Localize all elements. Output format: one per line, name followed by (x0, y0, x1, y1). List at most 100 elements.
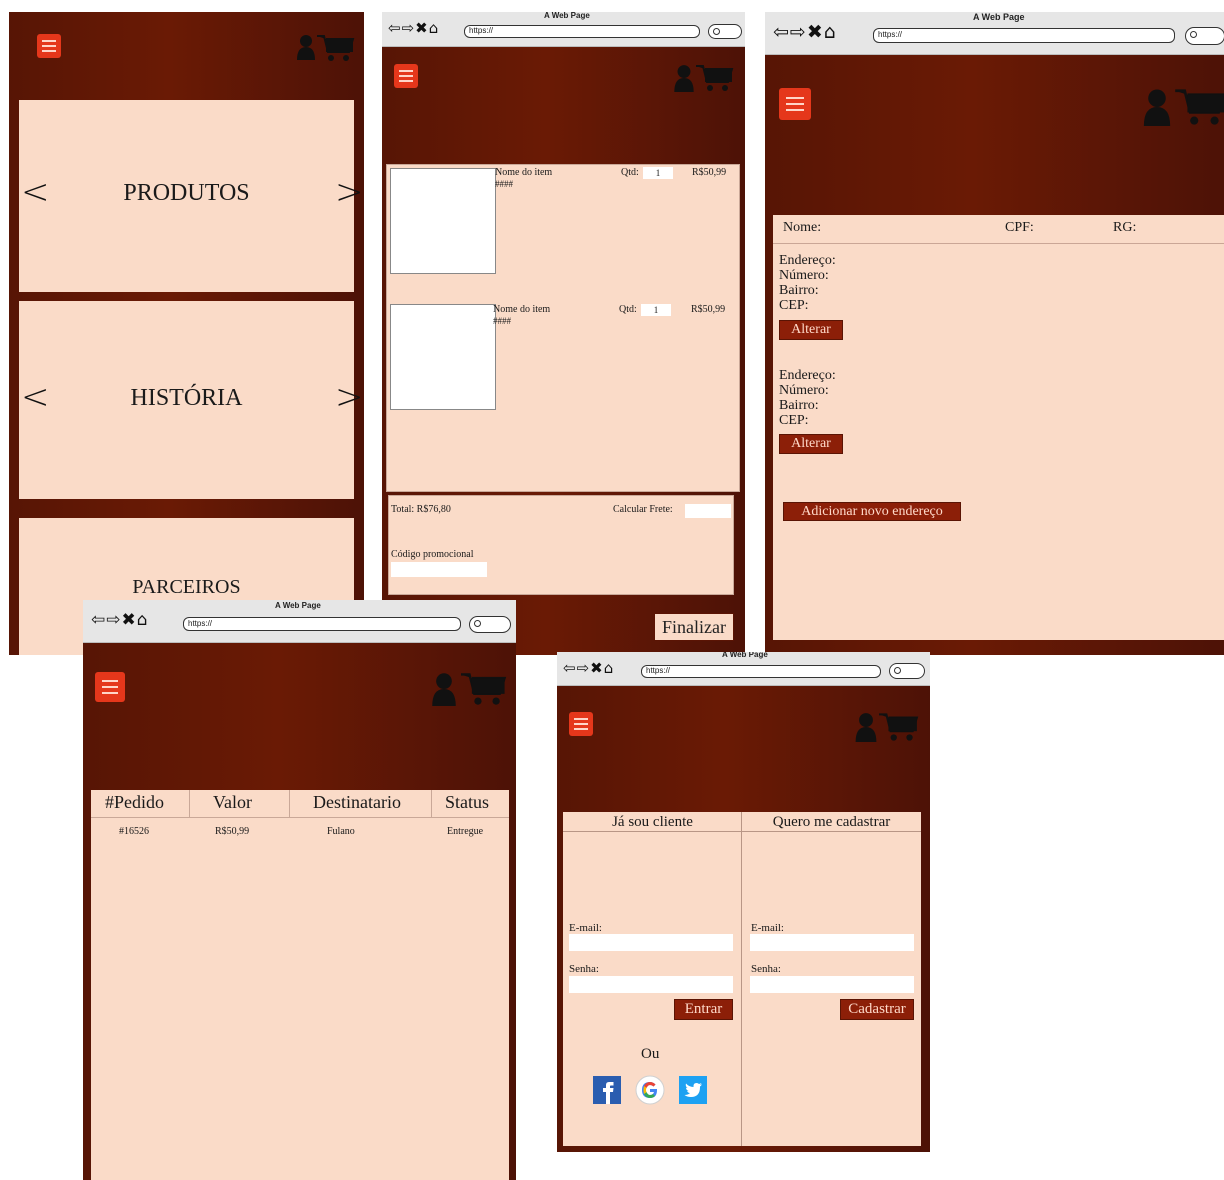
orders-table: #Pedido Valor Destinatario Status #16526… (91, 790, 509, 1180)
browser-toolbar: A Web Page ⇦⇨✖⌂ https:// (83, 600, 516, 643)
or-label: Ou (641, 1046, 660, 1062)
browser-search-icon[interactable] (1185, 27, 1224, 45)
tab-quero-me-cadastrar[interactable]: Quero me cadastrar (742, 812, 921, 832)
column-divider (289, 790, 290, 817)
login-screen: A Web Page ⇦⇨✖⌂ https:// Já sou cliente … (557, 652, 930, 1152)
name-label: Nome: (783, 220, 822, 235)
address-street: Endereço: (779, 368, 836, 383)
add-address-button[interactable]: Adicionar novo endereço (783, 502, 961, 521)
item-name: Nome do item (495, 167, 553, 178)
chevron-right-icon[interactable]: > (335, 172, 364, 212)
item-name: Nome do item (493, 304, 551, 315)
menu-icon[interactable] (569, 712, 593, 736)
profile-screen: A Web Page ⇦⇨✖⌂ https:// Nome: CPF: RG: … (765, 12, 1224, 655)
user-icon[interactable] (1143, 88, 1171, 126)
cart-icon[interactable] (879, 712, 919, 742)
url-bar[interactable]: https:// (873, 28, 1175, 43)
url-bar[interactable]: https:// (183, 617, 461, 631)
menu-icon[interactable] (37, 34, 61, 58)
shipping-input[interactable] (685, 504, 731, 518)
finish-button[interactable]: Finalizar (654, 613, 734, 641)
section-historia[interactable]: < HISTÓRIA > (19, 301, 364, 499)
facebook-icon[interactable] (593, 1076, 621, 1104)
cart-item: Nome do item #### Qtd: 1 R$50,99 (387, 165, 741, 285)
item-code: #### (493, 316, 511, 326)
browser-toolbar: A Web Page ⇦⇨✖⌂ https:// (557, 652, 930, 686)
order-status: Entregue (447, 826, 484, 837)
column-header: Destinatario (313, 792, 401, 812)
browser-nav-icons[interactable]: ⇦⇨✖⌂ (91, 610, 149, 630)
cart-items-panel: Nome do item #### Qtd: 1 R$50,99 Nome do… (386, 164, 740, 492)
address-block: Endereço: Número: Bairro: CEP: Alterar (779, 368, 1079, 468)
tab-label: Já sou cliente (612, 814, 693, 830)
item-qty-label: Qtd: (619, 304, 637, 315)
password-field[interactable] (750, 976, 914, 993)
url-bar[interactable]: https:// (464, 25, 700, 38)
browser-toolbar: A Web Page ⇦⇨✖⌂ https:// (382, 12, 745, 47)
cart-icon[interactable] (461, 672, 507, 706)
orders-screen: A Web Page ⇦⇨✖⌂ https:// #Pedido Valor D… (83, 600, 516, 1180)
password-field[interactable] (569, 976, 733, 993)
browser-toolbar: A Web Page ⇦⇨✖⌂ https:// (765, 12, 1224, 55)
address-number: Número: (779, 383, 829, 398)
alter-address-button[interactable]: Alterar (779, 320, 843, 340)
cart-icon[interactable] (317, 34, 355, 62)
order-value: R$50,99 (215, 826, 250, 837)
menu-icon[interactable] (779, 88, 811, 120)
email-field[interactable] (750, 934, 914, 951)
user-icon[interactable] (855, 712, 877, 742)
browser-title: A Web Page (275, 601, 321, 610)
password-label: Senha: (569, 963, 599, 975)
promo-input[interactable] (391, 562, 487, 577)
alter-address-button[interactable]: Alterar (779, 434, 843, 454)
cpf-label: CPF: (1005, 220, 1034, 235)
address-cep: CEP: (779, 298, 809, 313)
browser-nav-icons[interactable]: ⇦⇨✖⌂ (388, 19, 439, 37)
url-bar[interactable]: https:// (641, 665, 881, 678)
google-icon[interactable] (635, 1075, 665, 1105)
table-row[interactable]: #16526 R$50,99 Fulano Entregue (91, 826, 509, 842)
tab-ja-sou-cliente[interactable]: Já sou cliente (563, 812, 742, 832)
cart-summary-panel: Total: R$76,80 Calcular Frete: Código pr… (388, 495, 734, 595)
register-button[interactable]: Cadastrar (840, 999, 914, 1020)
user-icon[interactable] (297, 34, 315, 60)
chevron-right-icon[interactable]: > (335, 377, 364, 417)
browser-nav-icons[interactable]: ⇦⇨✖⌂ (773, 21, 837, 43)
login-button[interactable]: Entrar (674, 999, 733, 1020)
column-divider (431, 790, 432, 817)
promo-label: Código promocional (391, 549, 474, 560)
cart-item: Nome do item #### Qtd: 1 R$50,99 (387, 302, 741, 422)
browser-search-icon[interactable] (708, 24, 742, 39)
user-icon[interactable] (674, 64, 694, 92)
browser-nav-icons[interactable]: ⇦⇨✖⌂ (563, 659, 614, 677)
cart-screen: A Web Page ⇦⇨✖⌂ https:// Nome do item ##… (382, 12, 745, 655)
address-number: Número: (779, 268, 829, 283)
address-district: Bairro: (779, 283, 819, 298)
cart-icon[interactable] (1175, 88, 1224, 126)
column-header: #Pedido (105, 792, 165, 812)
login-column: Já sou cliente E-mail: Senha: Entrar Ou (563, 812, 742, 1146)
order-id: #16526 (119, 826, 149, 837)
login-panel: Já sou cliente E-mail: Senha: Entrar Ou … (563, 812, 921, 1146)
address-district: Bairro: (779, 398, 819, 413)
item-qty-field[interactable]: 1 (643, 167, 673, 179)
menu-icon[interactable] (95, 672, 125, 702)
email-label: E-mail: (751, 922, 784, 934)
item-image (390, 168, 496, 274)
user-icon[interactable] (431, 672, 457, 706)
browser-search-icon[interactable] (889, 663, 925, 679)
email-label: E-mail: (569, 922, 602, 934)
cart-icon[interactable] (696, 64, 734, 92)
item-qty-field[interactable]: 1 (641, 304, 671, 316)
twitter-icon[interactable] (679, 1076, 707, 1104)
section-produtos[interactable]: < PRODUTOS > (19, 100, 364, 292)
browser-search-icon[interactable] (469, 616, 511, 633)
address-block: Endereço: Número: Bairro: CEP: Alterar (779, 253, 1079, 353)
browser-title: A Web Page (722, 652, 768, 659)
email-field[interactable] (569, 934, 733, 951)
browser-title: A Web Page (973, 12, 1025, 22)
cart-total: Total: R$76,80 (391, 504, 451, 515)
item-price: R$50,99 (691, 304, 726, 315)
menu-icon[interactable] (394, 64, 418, 88)
item-qty-label: Qtd: (621, 167, 639, 178)
